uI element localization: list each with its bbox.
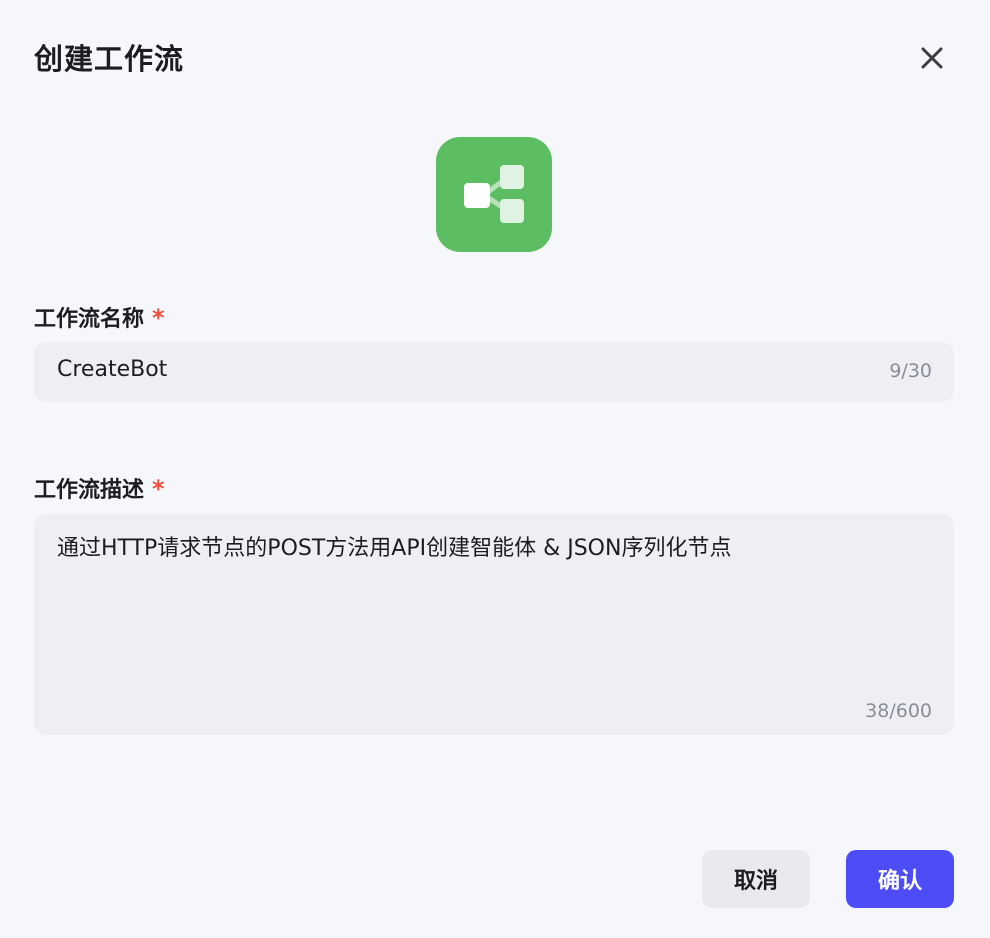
workflow-avatar[interactable]	[436, 137, 552, 252]
create-workflow-dialog: 创建工作流 工作流名称 * CreateBot 9/30 工作流描述 * 通过HTT…	[0, 0, 990, 938]
close-button[interactable]	[912, 38, 952, 78]
close-icon	[921, 47, 943, 69]
desc-field-label: 工作流描述 *	[34, 472, 165, 504]
name-char-counter: 9/30	[889, 360, 932, 382]
required-asterisk: *	[152, 475, 165, 503]
workflow-icon	[464, 164, 524, 223]
description-textarea[interactable]: 通过HTTP请求节点的POST方法用API创建智能体 & JSON序列化节点 3…	[34, 514, 954, 735]
desc-char-counter: 38/600	[865, 700, 932, 722]
name-input[interactable]: CreateBot 9/30	[34, 342, 954, 402]
desc-label-text: 工作流描述	[34, 478, 145, 503]
name-field-label: 工作流名称 *	[34, 301, 165, 333]
confirm-button[interactable]: 确认	[846, 850, 954, 908]
required-asterisk: *	[152, 304, 165, 332]
desc-input-value: 通过HTTP请求节点的POST方法用API创建智能体 & JSON序列化节点	[57, 536, 732, 561]
name-label-text: 工作流名称	[34, 307, 145, 332]
cancel-button[interactable]: 取消	[702, 850, 810, 908]
dialog-title: 创建工作流	[34, 42, 185, 76]
name-input-value: CreateBot	[57, 357, 168, 382]
